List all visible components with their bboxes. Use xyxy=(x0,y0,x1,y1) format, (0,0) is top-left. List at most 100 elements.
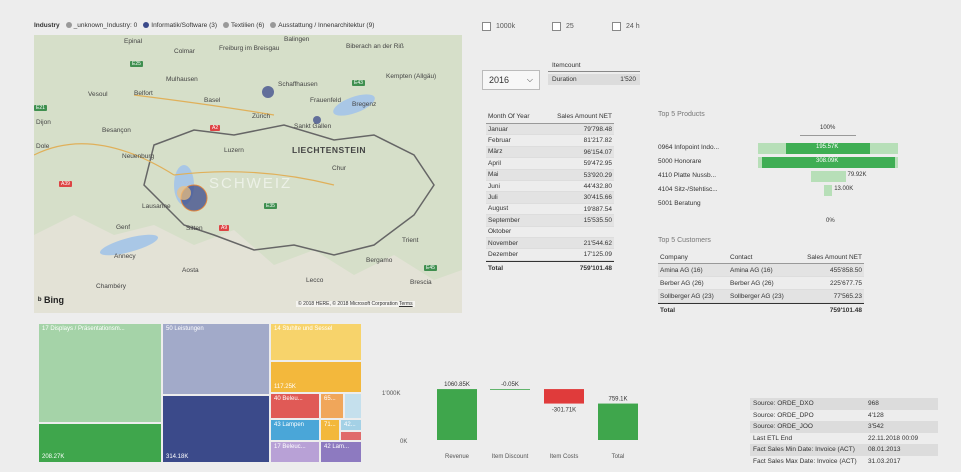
sales-value: 15'535.50 xyxy=(583,217,612,225)
road-sign-icon: E35 xyxy=(264,203,277,209)
map-place-label: Freiburg im Breisgau xyxy=(219,45,280,52)
treemap-tile[interactable]: 50 Leistungen xyxy=(162,323,270,395)
sales-cell: 79'798.48 xyxy=(544,124,614,134)
legend-dot-icon xyxy=(223,22,230,28)
table-row[interactable]: September 15'535.50 xyxy=(486,215,614,227)
funnel-row[interactable]: 4110 Platte Nussb... 79.92K xyxy=(658,171,928,182)
table-row[interactable]: Februar 81'217.82 xyxy=(486,135,614,147)
table-row[interactable]: Sollberger AG (23) Sollberger AG (23) 77'5… xyxy=(658,290,864,303)
sales-cell: 44'432.80 xyxy=(544,181,614,191)
map-place-label: Biberach an der Riß xyxy=(346,43,404,50)
table-row[interactable]: Dezember 17'125.09 xyxy=(486,249,614,261)
table-row[interactable]: März 96'154.07 xyxy=(486,146,614,159)
road-sign-icon: A39 xyxy=(59,181,72,187)
top-products-funnel[interactable]: 100% 0964 Infopoint Indo... 195.57K 5000 H… xyxy=(658,125,928,225)
map-place-label: Vesoul xyxy=(88,91,108,98)
table-row[interactable]: Juli 30'415.66 xyxy=(486,192,614,204)
funnel-row[interactable]: 0964 Infopoint Indo... 195.57K xyxy=(658,143,928,154)
table-total-row: Total 759'101.48 xyxy=(486,260,614,275)
funnel-row[interactable]: 5001 Beratung xyxy=(658,199,928,210)
table-row[interactable]: Berber AG (26) Berber AG (26) 225'677.75 xyxy=(658,277,864,290)
sales-cell: 53'920.29 xyxy=(544,170,614,180)
treemap-tile[interactable]: 17 Beleuc... xyxy=(270,441,320,463)
waterfall-bar xyxy=(544,389,584,404)
map-place-label: Sitten xyxy=(186,225,203,232)
legend-item[interactable]: Informatik/Software (3) xyxy=(143,22,217,29)
month-sales-table[interactable]: Month Of Year Sales Amount NET Januar 79'7… xyxy=(486,113,614,275)
table-row[interactable]: Oktober xyxy=(486,227,614,238)
treemap-tile[interactable]: 43 Lampen xyxy=(270,419,320,441)
y-tick-label: 0K xyxy=(400,439,407,445)
checkbox-icon xyxy=(552,22,561,31)
legend-item[interactable]: Ausstattung / Innenarchitektur (9) xyxy=(270,22,374,29)
month-label: Januar xyxy=(488,125,508,133)
toggle-1000k[interactable]: 1000k xyxy=(482,22,515,31)
sales-value: 53'920.29 xyxy=(583,171,612,179)
table-row[interactable]: Januar 79'798.48 xyxy=(486,124,614,136)
treemap-tile[interactable]: 40 Beleu... xyxy=(270,393,320,419)
map-place-label: Belfort xyxy=(134,90,153,97)
treemap-tile[interactable]: 208.27K xyxy=(38,423,162,463)
sales-cell xyxy=(544,227,614,237)
treemap-tile[interactable] xyxy=(344,393,362,419)
top-products-title: Top 5 Products xyxy=(658,111,705,118)
map-place-label: Annecy xyxy=(114,253,136,260)
table-row: Source: ORDE_JOO 3'542 xyxy=(750,421,938,433)
treemap-tile[interactable]: 117.25K xyxy=(270,361,362,393)
treemap-tile[interactable]: 42 Lam... xyxy=(320,441,362,463)
table-total-row: Total 759'101.48 xyxy=(658,303,864,316)
month-label: September xyxy=(488,216,520,224)
waterfall-chart[interactable]: 1'000K 0K 1060.85K Revenue -0.05K Item Discou… xyxy=(380,370,650,470)
itemcount-card: Itemcount Duration 1'520 xyxy=(548,62,640,85)
toggle-25[interactable]: 25 xyxy=(552,22,574,31)
table-row[interactable]: April 59'472.95 xyxy=(486,158,614,170)
table-row[interactable]: August 19'887.54 xyxy=(486,204,614,216)
product-label: 4110 Platte Nussb... xyxy=(658,172,717,179)
waterfall-value-label: 759.1K xyxy=(608,397,627,403)
map-visual[interactable]: Epinal Colmar Freiburg im Breisgau Balin… xyxy=(34,35,462,313)
treemap-tile[interactable]: 14 Stuhlte und Sessel xyxy=(270,323,362,361)
sales-value: 79'798.48 xyxy=(583,126,612,133)
map-place-label: Mulhausen xyxy=(166,76,198,83)
table-row[interactable]: Juni 44'432.80 xyxy=(486,181,614,193)
map-terms-link[interactable]: Terms xyxy=(399,301,413,307)
map-place-label: Schaffhausen xyxy=(278,81,318,88)
toggle-24h[interactable]: 24 h xyxy=(612,22,640,31)
legend-dot-icon xyxy=(143,22,150,28)
sales-value: 96'154.07 xyxy=(583,148,612,156)
treemap-tile[interactable] xyxy=(340,431,362,441)
table-row[interactable]: November 21'544.62 xyxy=(486,237,614,250)
legend-title: Industry xyxy=(34,22,60,29)
funnel-bar xyxy=(823,185,833,196)
sales-value: 44'432.80 xyxy=(583,182,612,190)
sales-cell: 81'217.82 xyxy=(544,135,614,145)
treemap-tile[interactable]: 42... xyxy=(340,419,362,431)
top-customers-table[interactable]: Company Contact Sales Amount NET Amina A… xyxy=(658,251,864,316)
treemap-tile[interactable]: 71... xyxy=(320,419,340,441)
legend-item[interactable]: _unknown_Industry: 0 xyxy=(65,22,137,29)
road-sign-icon: E43 xyxy=(352,80,365,86)
table-row[interactable]: Mai 53'920.29 xyxy=(486,169,614,181)
treemap-tile[interactable]: 17 Displays / Präsentationsm... xyxy=(38,323,162,423)
treemap-tile[interactable]: 65... xyxy=(320,393,344,419)
month-label: November xyxy=(488,239,518,247)
treemap-tile[interactable]: 314.18K xyxy=(162,395,270,463)
sales-cell: 19'887.54 xyxy=(544,204,614,214)
table-row[interactable]: Amina AG (16) Amina AG (16) 455'858.50 xyxy=(658,264,864,277)
year-select[interactable]: 2016 ⌵ xyxy=(482,70,540,90)
legend-item[interactable]: Textilien (6) xyxy=(223,22,264,29)
table-row: Source: ORDE_DPO 4'128 xyxy=(753,411,884,419)
map-place-label: Frauenfeld xyxy=(310,97,342,104)
month-label: Dezember xyxy=(488,250,518,258)
table-header: Month Of Year Sales Amount NET xyxy=(486,113,614,124)
map-place-label: Colmar xyxy=(174,48,195,55)
funnel-row[interactable]: 4104 Sitz-/Stehtisc... 13.00K xyxy=(658,185,928,196)
road-sign-icon: E25 xyxy=(130,61,143,67)
road-sign-icon: E21 xyxy=(34,105,47,111)
map-bubble[interactable] xyxy=(262,86,274,98)
product-label: 5001 Beratung xyxy=(658,200,701,207)
funnel-row[interactable]: 5000 Honorare 308.09K xyxy=(658,157,928,168)
map-legend: Industry _unknown_Industry: 0 Informatik… xyxy=(34,22,374,29)
category-treemap[interactable]: 17 Displays / Präsentationsm... 208.27K … xyxy=(38,323,366,463)
month-label: April xyxy=(488,159,502,167)
